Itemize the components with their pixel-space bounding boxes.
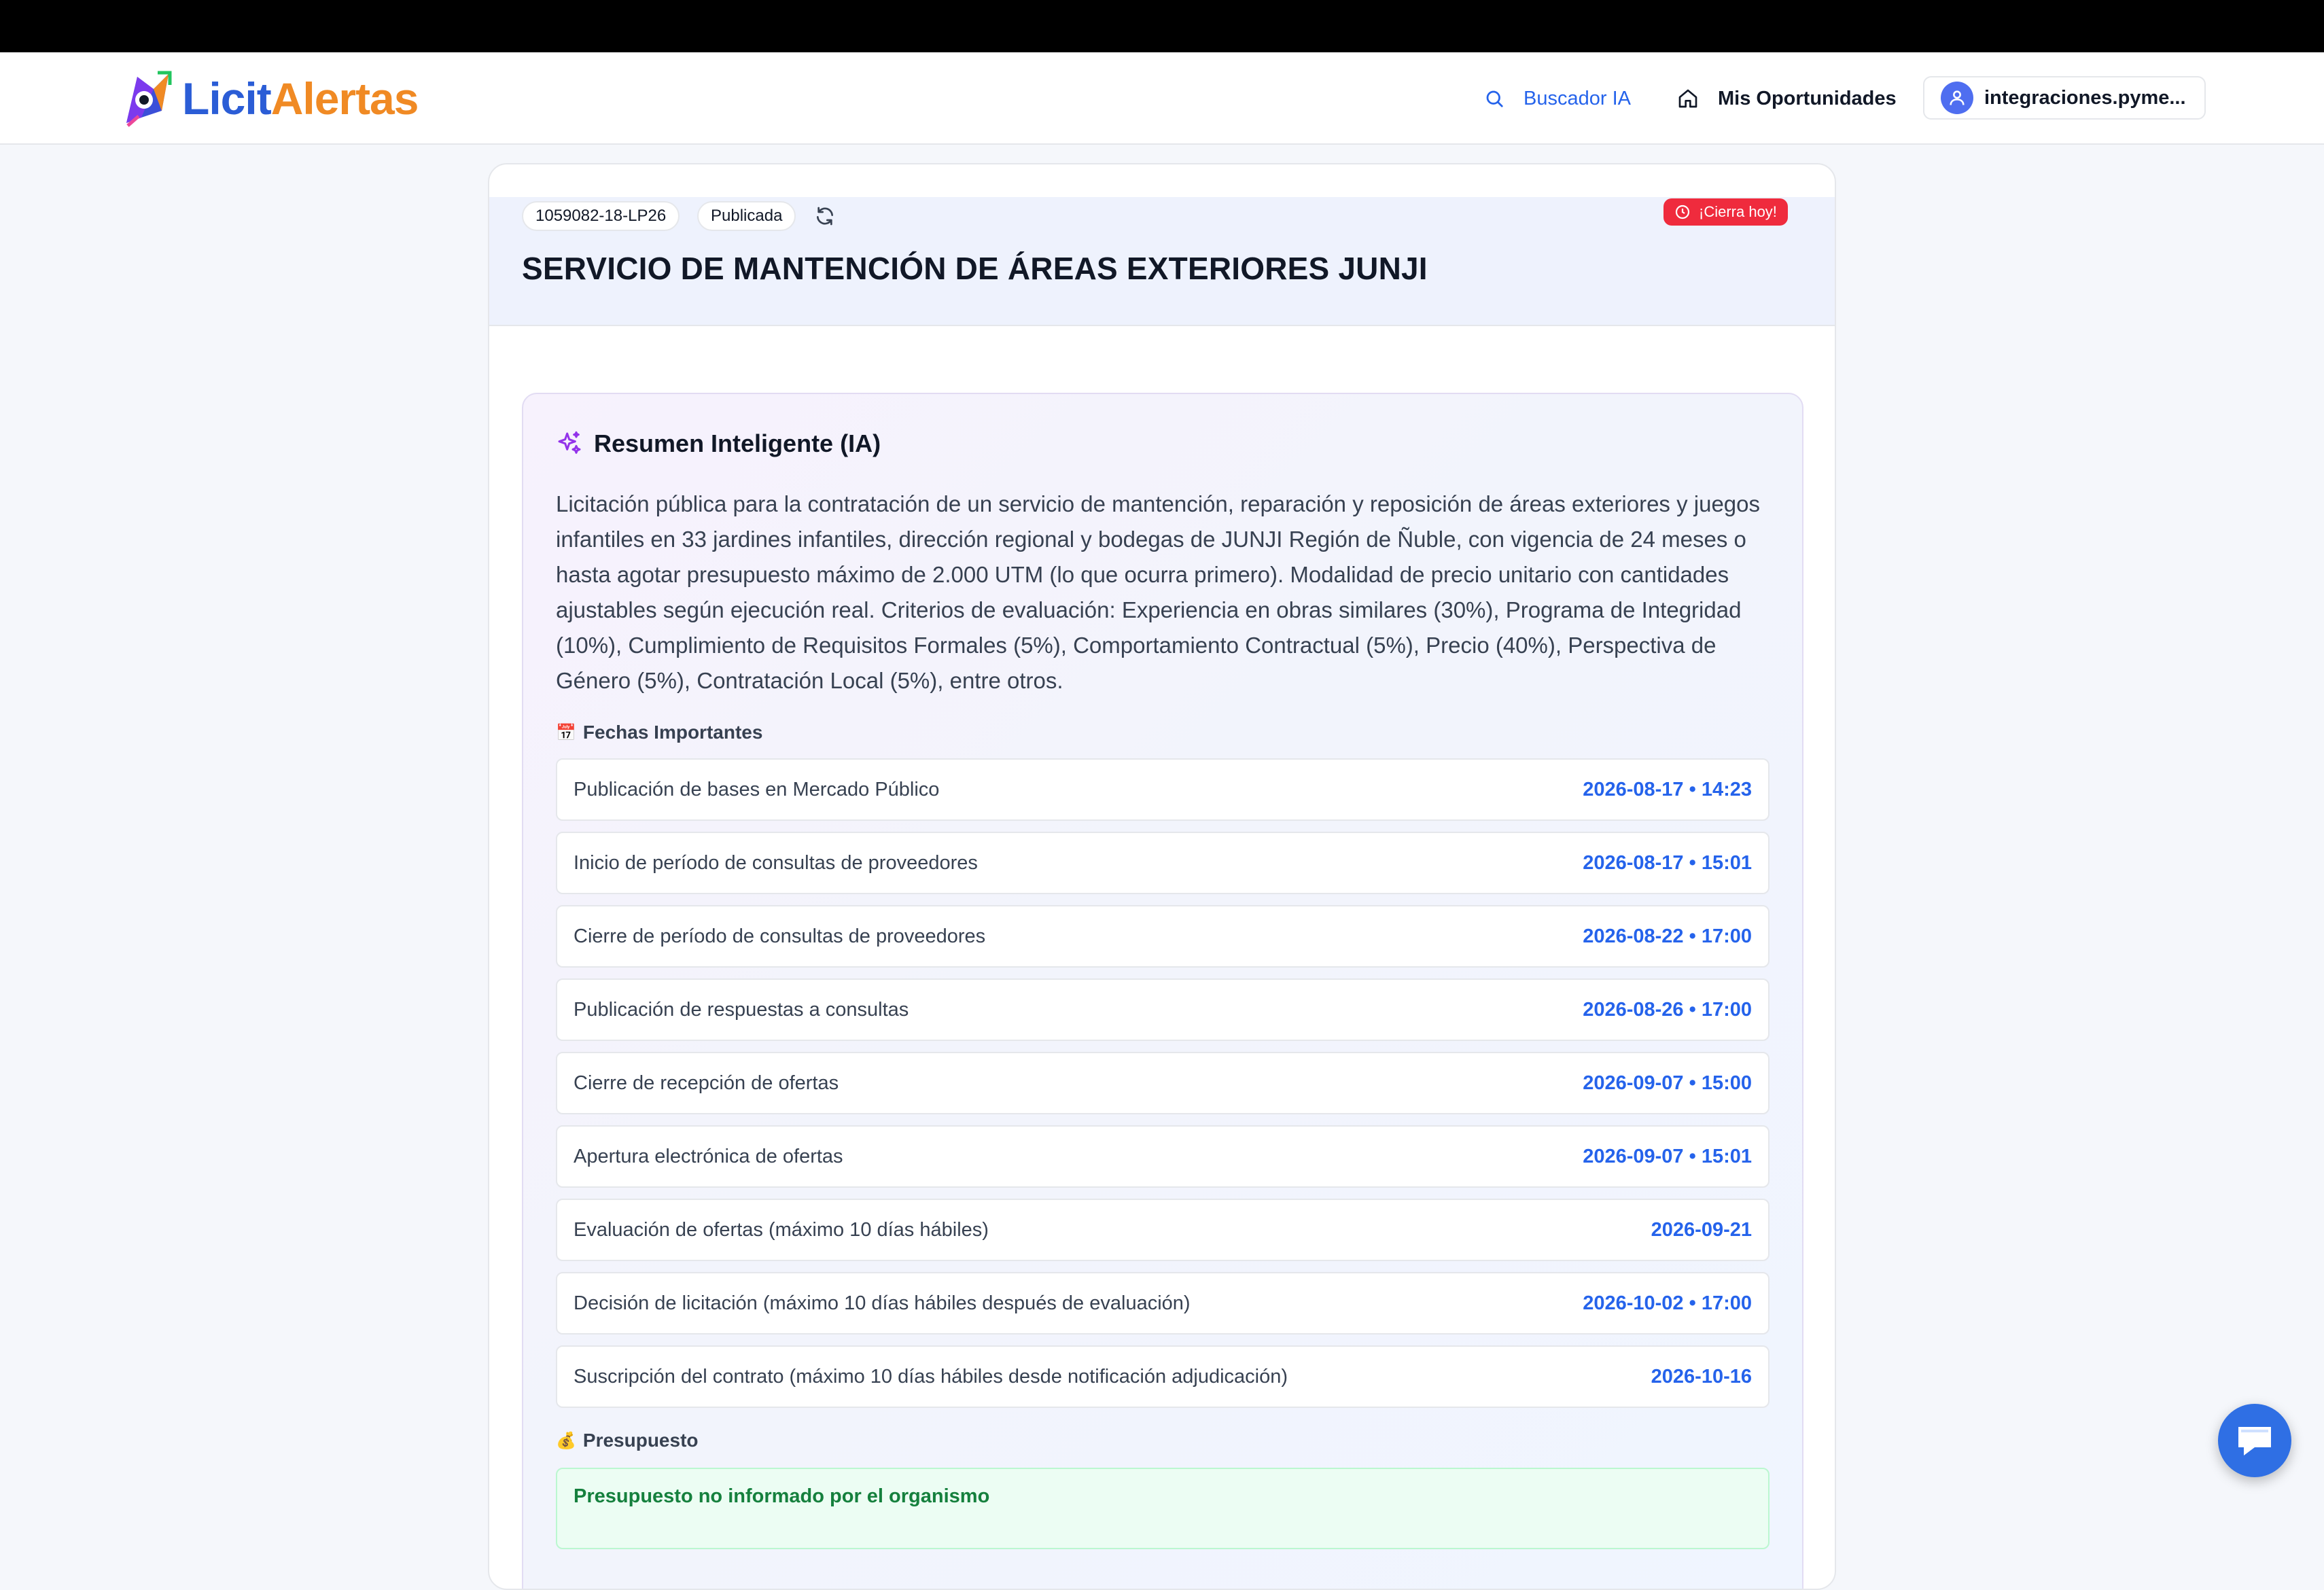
date-row: Suscripción del contrato (máximo 10 días…: [556, 1345, 1770, 1408]
chat-button[interactable]: [2218, 1404, 2291, 1477]
brand-name-part2: Alertas: [270, 73, 419, 124]
budget-heading-label: Presupuesto: [582, 1430, 699, 1451]
date-row: Inicio de período de consultas de provee…: [556, 832, 1770, 894]
nav-opportunities-label: Mis Oportunidades: [1718, 87, 1897, 109]
date-label: Publicación de bases en Mercado Público: [574, 778, 940, 800]
date-row: Evaluación de ofertas (máximo 10 días há…: [556, 1199, 1770, 1261]
sparkles-icon: [558, 431, 581, 454]
nav-ai-search-label: Buscador IA: [1524, 87, 1631, 109]
home-icon: [1678, 89, 1697, 108]
date-label: Evaluación de ofertas (máximo 10 días há…: [574, 1218, 989, 1241]
date-value: 2026-08-26 • 17:00: [1583, 998, 1752, 1021]
date-row: Cierre de recepción de ofertas 2026-09-07…: [556, 1052, 1770, 1114]
date-value: 2026-09-07 • 15:00: [1583, 1072, 1752, 1094]
date-value: 2026-09-21: [1651, 1218, 1752, 1241]
brand-name: LicitAlertas: [182, 73, 419, 124]
refresh-icon[interactable]: [814, 205, 836, 230]
date-row: Publicación de respuestas a consultas 202…: [556, 978, 1770, 1041]
date-row: Decisión de licitación (máximo 10 días h…: [556, 1272, 1770, 1335]
date-label: Cierre de período de consultas de provee…: [574, 925, 986, 947]
ai-summary-panel: Resumen Inteligente (IA) Licitación públ…: [522, 393, 1803, 1589]
date-value: 2026-08-22 • 17:00: [1583, 925, 1752, 947]
brand-name-part1: Licit: [182, 73, 272, 124]
date-label: Apertura electrónica de ofertas: [574, 1145, 843, 1167]
date-row: Publicación de bases en Mercado Público 2…: [556, 758, 1770, 821]
closing-today-label: ¡Cierra hoy!: [1699, 203, 1777, 220]
tender-id-badge: 1059082-18-LP26: [522, 201, 680, 231]
budget-heading: 💰 Presupuesto: [556, 1430, 699, 1451]
ai-summary-title: Resumen Inteligente (IA): [594, 429, 881, 457]
dates-list: Publicación de bases en Mercado Público 2…: [556, 758, 1770, 1419]
date-value: 2026-08-17 • 15:01: [1583, 851, 1752, 874]
ai-summary-heading: Resumen Inteligente (IA): [556, 429, 881, 458]
date-value: 2026-08-17 • 14:23: [1583, 778, 1752, 800]
tender-title: SERVICIO DE MANTENCIÓN DE ÁREAS EXTERIOR…: [522, 251, 1428, 286]
date-label: Suscripción del contrato (máximo 10 días…: [574, 1365, 1288, 1388]
closing-today-badge: ¡Cierra hoy!: [1663, 198, 1788, 226]
status-badge: Publicada: [697, 201, 796, 231]
browser-top-bar: [0, 0, 2324, 52]
date-label: Publicación de respuestas a consultas: [574, 998, 909, 1021]
money-bag-icon: 💰: [556, 1431, 576, 1450]
dates-heading: 📅 Fechas Importantes: [556, 722, 762, 743]
navbar: LicitAlertas Buscador IA Mis Oportunidad…: [0, 52, 2324, 145]
dates-heading-label: Fechas Importantes: [582, 722, 763, 743]
clock-icon: [1675, 205, 1690, 219]
date-row: Apertura electrónica de ofertas 2026-09-0…: [556, 1125, 1770, 1188]
budget-note: Presupuesto no informado por el organism…: [556, 1468, 1770, 1549]
nav-ai-search[interactable]: Buscador IA: [1484, 52, 1631, 145]
logo-icon: [121, 70, 173, 127]
user-avatar-icon: [1941, 82, 1973, 114]
date-label: Inicio de período de consultas de provee…: [574, 851, 978, 874]
date-value: 2026-09-07 • 15:01: [1583, 1145, 1752, 1167]
calendar-icon: 📅: [556, 723, 576, 742]
chat-icon: [2238, 1427, 2271, 1455]
ai-summary-text: Licitación pública para la contratación …: [556, 491, 1761, 693]
nav-opportunities[interactable]: Mis Oportunidades: [1677, 52, 1897, 145]
date-value: 2026-10-02 • 17:00: [1583, 1292, 1752, 1314]
date-value: 2026-10-16: [1651, 1365, 1752, 1388]
date-label: Cierre de recepción de ofertas: [574, 1072, 839, 1094]
tender-header: 1059082-18-LP26 Publicada ¡Cierra hoy! S…: [489, 197, 1835, 326]
tender-card: 1059082-18-LP26 Publicada ¡Cierra hoy! S…: [488, 163, 1836, 1590]
search-icon: [1486, 90, 1503, 107]
brand-logo[interactable]: LicitAlertas: [121, 70, 419, 127]
date-row: Cierre de período de consultas de provee…: [556, 905, 1770, 968]
date-label: Decisión de licitación (máximo 10 días h…: [574, 1292, 1191, 1314]
user-email: integraciones.pyme...: [1984, 86, 2186, 109]
user-menu-button[interactable]: integraciones.pyme...: [1923, 76, 2206, 120]
